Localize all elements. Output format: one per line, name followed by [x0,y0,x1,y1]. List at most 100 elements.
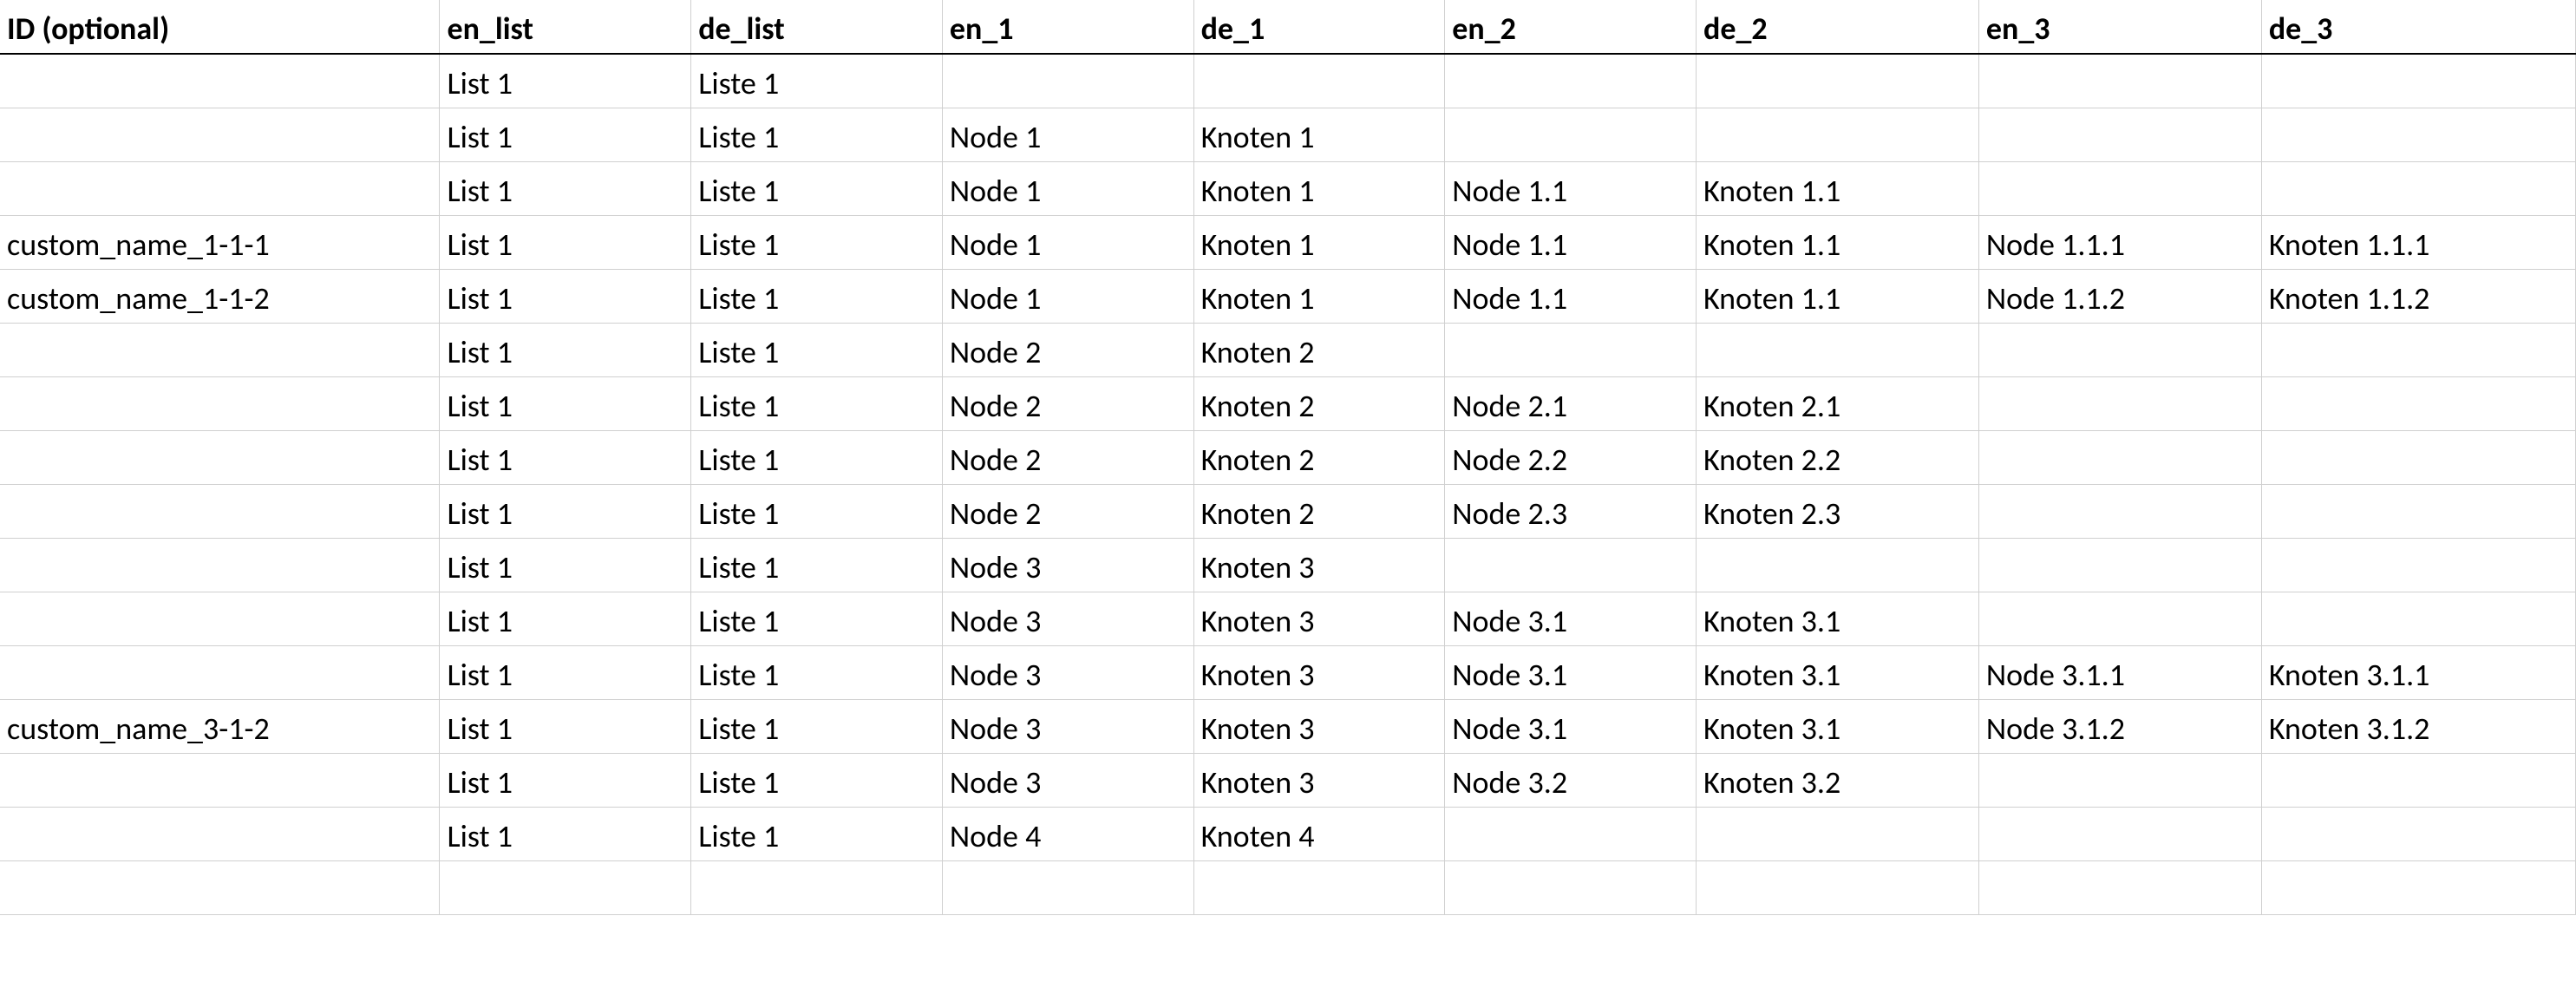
cell[interactable]: Node 1 [942,215,1193,269]
cell[interactable] [2261,108,2575,161]
cell[interactable] [2261,592,2575,645]
cell[interactable] [1697,807,1979,860]
column-header[interactable]: en_2 [1445,0,1697,54]
cell[interactable]: Knoten 2.1 [1697,376,1979,430]
cell[interactable]: Knoten 2 [1193,430,1445,484]
cell[interactable]: Node 2.2 [1445,430,1697,484]
cell[interactable]: custom_name_1-1-2 [0,269,440,323]
column-header[interactable]: en_1 [942,0,1193,54]
cell[interactable]: List 1 [440,592,691,645]
cell[interactable] [0,645,440,699]
cell[interactable] [2261,430,2575,484]
cell[interactable]: Knoten 2 [1193,323,1445,376]
cell[interactable] [2261,54,2575,108]
cell[interactable] [1697,323,1979,376]
cell[interactable] [1445,108,1697,161]
cell[interactable]: Liste 1 [691,484,943,538]
cell[interactable]: Knoten 3 [1193,753,1445,807]
cell[interactable]: Knoten 3.2 [1697,753,1979,807]
cell[interactable]: List 1 [440,645,691,699]
cell[interactable]: Liste 1 [691,592,943,645]
cell[interactable] [691,860,943,914]
cell[interactable]: List 1 [440,376,691,430]
cell[interactable]: Node 3.1.2 [1978,699,2261,753]
cell[interactable]: Liste 1 [691,323,943,376]
column-header[interactable]: de_2 [1697,0,1979,54]
cell[interactable]: Node 2 [942,376,1193,430]
cell[interactable]: Node 1 [942,161,1193,215]
column-header[interactable]: en_list [440,0,691,54]
cell[interactable]: Knoten 1.1.1 [2261,215,2575,269]
cell[interactable]: Node 3.1 [1445,592,1697,645]
cell[interactable] [2261,753,2575,807]
cell[interactable] [0,430,440,484]
cell[interactable]: Liste 1 [691,645,943,699]
cell[interactable] [1193,54,1445,108]
cell[interactable] [2261,323,2575,376]
cell[interactable]: Liste 1 [691,54,943,108]
cell[interactable]: Node 3.1 [1445,645,1697,699]
cell[interactable] [0,592,440,645]
cell[interactable]: custom_name_3-1-2 [0,699,440,753]
cell[interactable]: Liste 1 [691,269,943,323]
cell[interactable]: Node 1 [942,269,1193,323]
cell[interactable] [1445,807,1697,860]
cell[interactable]: Knoten 1 [1193,108,1445,161]
cell[interactable] [1978,161,2261,215]
cell[interactable]: Node 3.1.1 [1978,645,2261,699]
cell[interactable] [1978,54,2261,108]
cell[interactable]: List 1 [440,215,691,269]
cell[interactable] [2261,484,2575,538]
cell[interactable] [2261,161,2575,215]
column-header[interactable]: ID (optional) [0,0,440,54]
cell[interactable]: Node 3 [942,753,1193,807]
cell[interactable]: Node 3 [942,645,1193,699]
cell[interactable]: Node 1.1.2 [1978,269,2261,323]
cell[interactable]: Node 1.1 [1445,215,1697,269]
cell[interactable]: List 1 [440,323,691,376]
cell[interactable]: Knoten 3.1 [1697,592,1979,645]
cell[interactable] [1697,860,1979,914]
cell[interactable] [440,860,691,914]
cell[interactable]: custom_name_1-1-1 [0,215,440,269]
cell[interactable]: Liste 1 [691,807,943,860]
cell[interactable]: List 1 [440,484,691,538]
cell[interactable] [1697,538,1979,592]
cell[interactable] [1978,538,2261,592]
cell[interactable] [1978,753,2261,807]
cell[interactable]: Knoten 1.1 [1697,161,1979,215]
cell[interactable] [0,108,440,161]
cell[interactable]: Knoten 2 [1193,376,1445,430]
cell[interactable] [1978,807,2261,860]
cell[interactable]: Node 3 [942,538,1193,592]
cell[interactable] [0,161,440,215]
cell[interactable]: Liste 1 [691,161,943,215]
cell[interactable]: List 1 [440,807,691,860]
cell[interactable] [1697,108,1979,161]
cell[interactable] [2261,860,2575,914]
cell[interactable]: Knoten 1.1 [1697,215,1979,269]
cell[interactable] [0,753,440,807]
cell[interactable]: Knoten 3.1 [1697,645,1979,699]
cell[interactable]: Knoten 1.1 [1697,269,1979,323]
cell[interactable]: List 1 [440,108,691,161]
cell[interactable] [1445,538,1697,592]
cell[interactable]: Liste 1 [691,108,943,161]
cell[interactable] [942,54,1193,108]
cell[interactable]: Knoten 3.1.1 [2261,645,2575,699]
cell[interactable]: Knoten 3 [1193,592,1445,645]
cell[interactable]: Node 1.1 [1445,269,1697,323]
cell[interactable] [1445,860,1697,914]
cell[interactable] [1978,592,2261,645]
column-header[interactable]: de_list [691,0,943,54]
cell[interactable] [0,323,440,376]
cell[interactable] [2261,538,2575,592]
cell[interactable]: Knoten 2.2 [1697,430,1979,484]
cell[interactable]: Liste 1 [691,376,943,430]
cell[interactable] [0,484,440,538]
cell[interactable]: List 1 [440,161,691,215]
cell[interactable]: List 1 [440,430,691,484]
cell[interactable]: Node 2 [942,484,1193,538]
cell[interactable] [0,860,440,914]
cell[interactable]: Liste 1 [691,538,943,592]
